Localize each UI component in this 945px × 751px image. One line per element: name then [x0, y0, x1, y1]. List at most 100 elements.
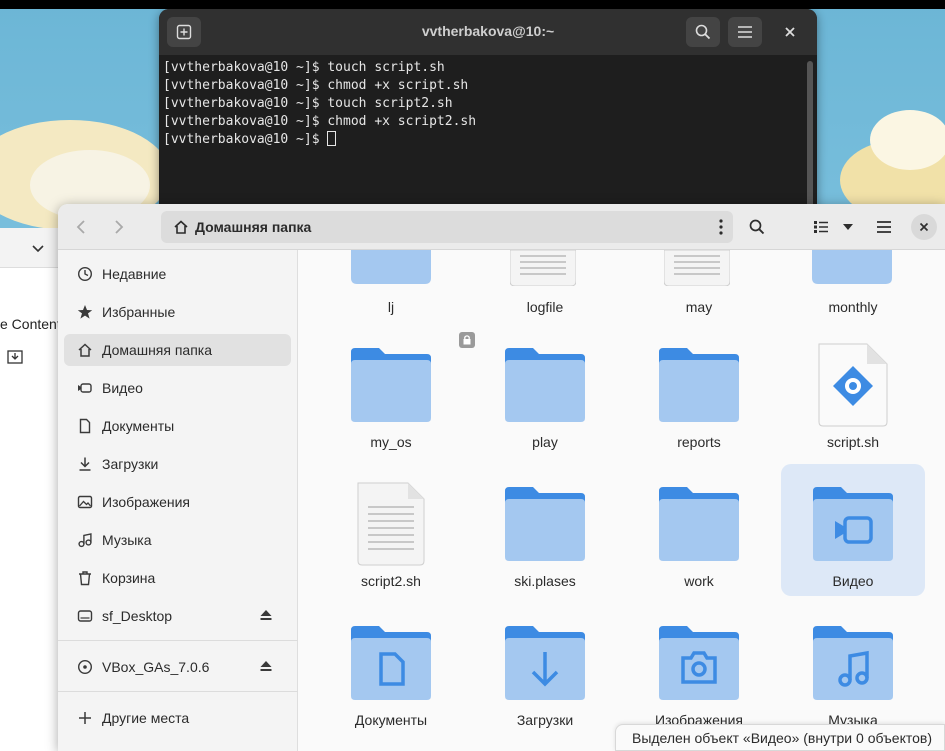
- sidebar-item-label: Недавние: [102, 266, 167, 282]
- eject-icon[interactable]: [259, 659, 273, 676]
- file-tile-ski-plases[interactable]: ski.plases: [473, 471, 617, 603]
- image-icon: [76, 494, 94, 510]
- file-tile-pictures[interactable]: Изображения: [627, 610, 771, 742]
- file-tile-reports[interactable]: reports: [627, 332, 771, 464]
- file-manager-window: Домашняя папка Недавние Избранные Домашн…: [58, 204, 945, 751]
- hamburger-icon: [877, 221, 891, 233]
- sidebar-item-other-locations[interactable]: Другие места: [64, 702, 291, 734]
- sidebar-item-starred[interactable]: Избранные: [64, 296, 291, 328]
- file-label[interactable]: lj: [319, 299, 463, 315]
- sidebar-item-downloads[interactable]: Загрузки: [64, 448, 291, 480]
- video-folder-icon: [813, 487, 893, 561]
- terminal-search-button[interactable]: [686, 17, 720, 47]
- terminal-scrollbar[interactable]: [807, 61, 813, 211]
- chevron-right-icon: [115, 220, 124, 234]
- sidebar-item-recent[interactable]: Недавние: [64, 258, 291, 290]
- file-grid[interactable]: lj logfile may monthly my_os play report…: [299, 250, 945, 751]
- terminal-close-button[interactable]: [779, 21, 801, 43]
- file-tile-script2-sh[interactable]: script2.sh: [319, 471, 463, 603]
- chevron-left-icon: [76, 220, 85, 234]
- sidebar-item-label: Видео: [102, 380, 143, 396]
- sidebar-separator: [58, 640, 298, 641]
- file-tile-my-os[interactable]: my_os: [319, 332, 475, 464]
- terminal-line: [vvtherbakova@10 ~]$ chmod +x script2.sh: [163, 114, 477, 129]
- search-button[interactable]: [744, 212, 770, 242]
- download-icon: [76, 456, 94, 472]
- terminal-cursor: [327, 131, 337, 146]
- file-label[interactable]: may: [627, 299, 771, 315]
- file-label[interactable]: logfile: [473, 299, 617, 315]
- file-tile-script-sh[interactable]: script.sh: [781, 332, 925, 464]
- file-label: Видео: [832, 573, 874, 589]
- sidebar-item-home[interactable]: Домашняя папка: [64, 334, 291, 366]
- music-folder-icon: [813, 626, 893, 700]
- file-tile-music[interactable]: Музыка: [781, 610, 925, 742]
- path-label: Домашняя папка: [195, 219, 312, 235]
- disc-icon: [76, 659, 94, 675]
- sidebar-item-sf-desktop[interactable]: sf_Desktop: [64, 600, 291, 632]
- sidebar-item-label: Корзина: [102, 570, 156, 586]
- folder-icon: [505, 487, 585, 561]
- folder-icon: [659, 348, 739, 422]
- back-button[interactable]: [66, 212, 96, 242]
- close-icon: [919, 222, 929, 232]
- file-label: script2.sh: [361, 573, 421, 589]
- terminal-output[interactable]: [vvtherbakova@10 ~]$ touch script.sh [vv…: [159, 55, 817, 153]
- close-button[interactable]: [911, 214, 937, 240]
- chevron-down-icon[interactable]: [30, 240, 46, 261]
- sidebar-item-music[interactable]: Музыка: [64, 524, 291, 556]
- file-tile-downloads[interactable]: Загрузки: [473, 610, 617, 742]
- file-tile-play[interactable]: play: [473, 332, 617, 464]
- terminal-menu-button[interactable]: [728, 17, 762, 47]
- status-bar: Выделен объект «Видео» (внутри 0 объекто…: [614, 724, 945, 751]
- file-manager-header: Домашняя папка: [58, 204, 945, 250]
- search-icon: [695, 24, 711, 40]
- text-file-icon: [510, 250, 576, 286]
- folder-icon: [351, 348, 431, 422]
- terminal-window[interactable]: vvtherbakova@10:~ [vvtherbakova@10 ~]$ t…: [159, 9, 817, 217]
- music-icon: [76, 532, 94, 548]
- video-icon: [76, 380, 94, 396]
- file-label: ski.plases: [514, 573, 576, 589]
- forward-button[interactable]: [104, 212, 134, 242]
- file-label: script.sh: [826, 434, 880, 450]
- sidebar-item-label: Музыка: [102, 532, 152, 548]
- text-file-icon: [357, 482, 425, 566]
- home-icon: [76, 342, 94, 358]
- main-menu-button[interactable]: [871, 212, 897, 242]
- text-file-icon: [664, 250, 730, 286]
- eject-icon[interactable]: [259, 608, 273, 625]
- search-icon: [749, 219, 765, 235]
- background-window: e Content: [0, 228, 61, 751]
- close-icon: [785, 27, 795, 37]
- downloads-folder-icon: [505, 626, 585, 700]
- background-window-text: e Content: [0, 316, 61, 332]
- background-window-header: [0, 228, 59, 268]
- drive-icon: [76, 608, 94, 624]
- file-tile-videos[interactable]: Видео: [781, 464, 925, 596]
- plus-icon: [76, 710, 94, 726]
- file-tile-work[interactable]: work: [627, 471, 771, 603]
- file-label[interactable]: monthly: [781, 299, 925, 315]
- folder-icon: [659, 487, 739, 561]
- list-view-icon: [814, 221, 828, 233]
- script-file-icon: [818, 343, 888, 427]
- sidebar-item-videos[interactable]: Видео: [64, 372, 291, 404]
- sidebar-item-trash[interactable]: Корзина: [64, 562, 291, 594]
- wallpaper-cloud: [870, 110, 945, 170]
- sidebar-item-vbox-gas[interactable]: VBox_GAs_7.0.6: [64, 651, 291, 683]
- view-options-button[interactable]: [838, 212, 858, 242]
- sidebar-item-documents[interactable]: Документы: [64, 410, 291, 442]
- trash-icon: [76, 570, 94, 586]
- sidebar-item-label: sf_Desktop: [102, 608, 173, 624]
- kebab-menu-icon[interactable]: [719, 219, 723, 238]
- path-bar[interactable]: Домашняя папка: [161, 211, 733, 243]
- view-toggle-button[interactable]: [808, 212, 834, 242]
- home-icon: [173, 219, 189, 235]
- file-label: play: [532, 434, 558, 450]
- save-icon[interactable]: [6, 348, 24, 371]
- chevron-down-icon: [843, 224, 853, 230]
- file-tile-documents[interactable]: Документы: [319, 610, 463, 742]
- sidebar-item-pictures[interactable]: Изображения: [64, 486, 291, 518]
- file-label: work: [684, 573, 714, 589]
